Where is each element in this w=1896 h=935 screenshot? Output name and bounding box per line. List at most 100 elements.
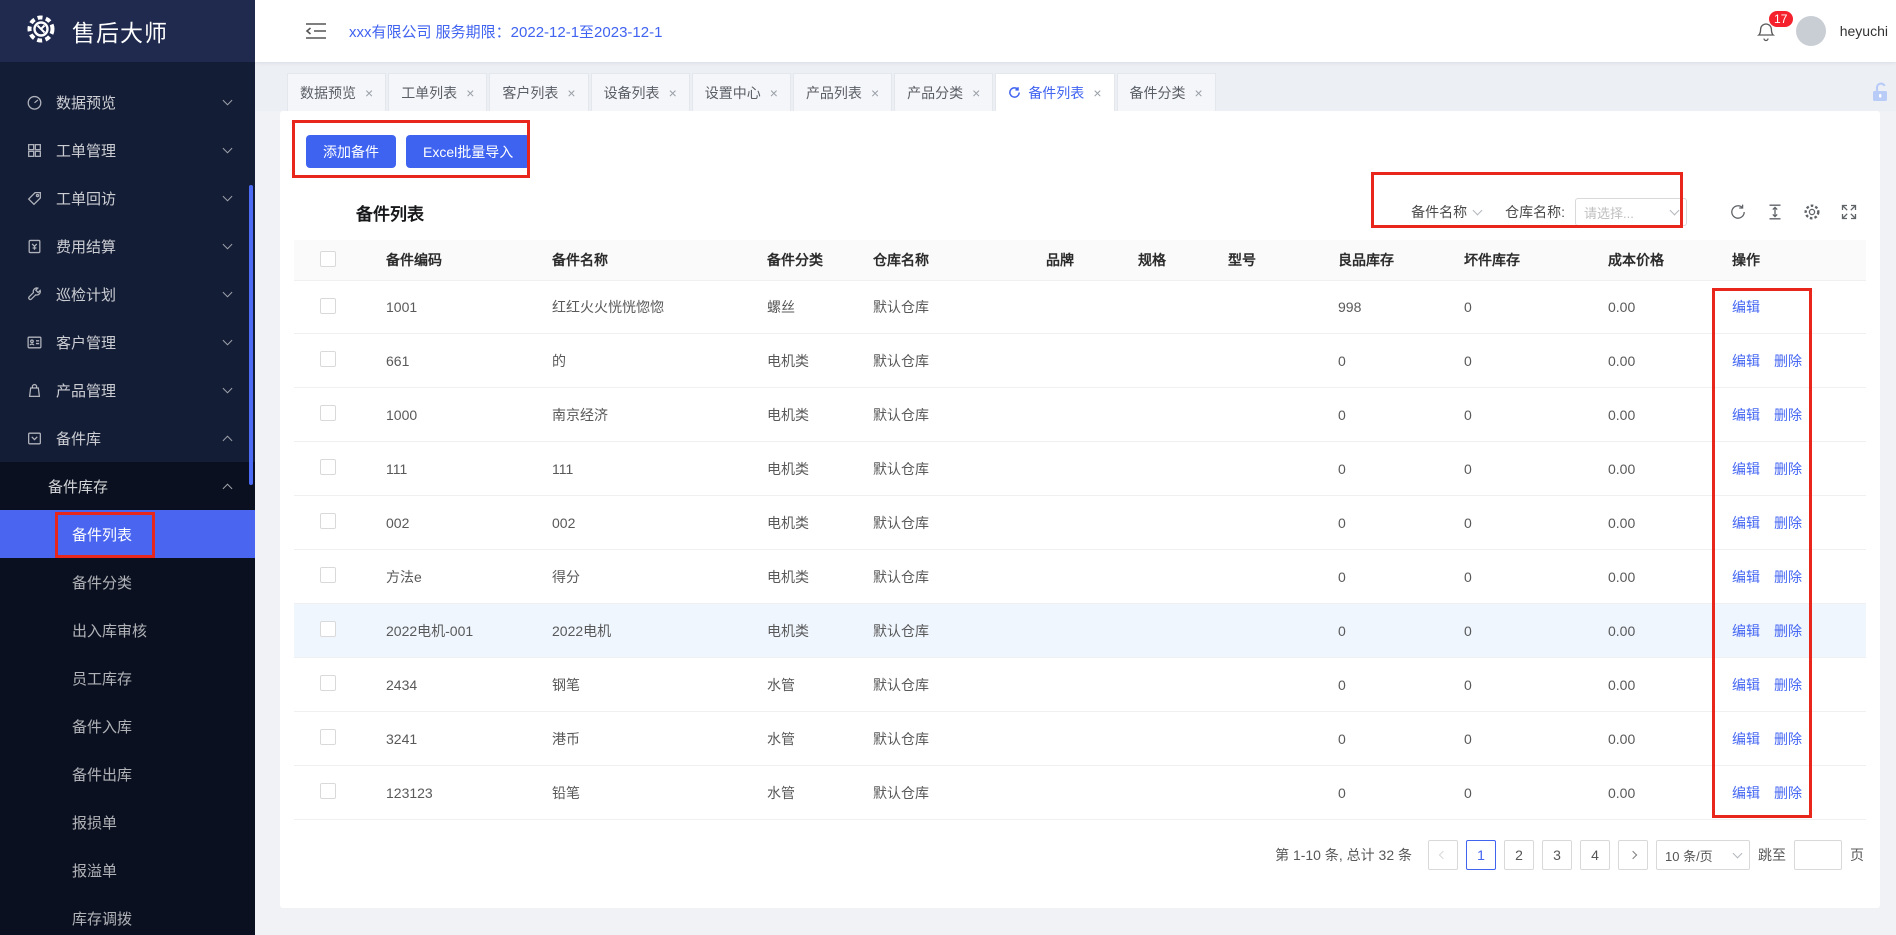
edit-link[interactable]: 编辑	[1732, 569, 1760, 585]
sidebar-item[interactable]: 数据预览	[0, 78, 255, 126]
close-icon[interactable]: ×	[1195, 85, 1203, 101]
tab-label: 产品列表	[806, 83, 862, 103]
close-icon[interactable]: ×	[972, 85, 980, 101]
page-size-select[interactable]: 10 条/页	[1656, 840, 1750, 870]
sidebar-scrollbar-thumb[interactable]	[249, 185, 253, 485]
sidebar-group-parts-stock[interactable]: 备件库存	[0, 462, 255, 510]
sidebar-subitem[interactable]: 备件分类	[0, 558, 255, 606]
cell-actions: 编辑删除	[1720, 351, 1866, 371]
sidebar-item[interactable]: 费用结算	[0, 222, 255, 270]
refresh-icon[interactable]	[1729, 203, 1747, 221]
edit-link[interactable]: 编辑	[1732, 407, 1760, 423]
cell-name: 002	[540, 515, 755, 531]
page-button[interactable]: 4	[1580, 840, 1610, 870]
sidebar-subitem[interactable]: 备件出库	[0, 750, 255, 798]
tab-item[interactable]: 产品分类×	[894, 73, 993, 111]
add-part-button[interactable]: 添加备件	[306, 135, 396, 168]
close-icon[interactable]: ×	[669, 85, 677, 101]
row-checkbox[interactable]	[320, 513, 336, 529]
cell-warehouse: 默认仓库	[861, 729, 1034, 749]
delete-link[interactable]: 删除	[1774, 353, 1802, 369]
delete-link[interactable]: 删除	[1774, 569, 1802, 585]
jump-page-input[interactable]	[1794, 840, 1842, 870]
row-density-icon[interactable]	[1766, 203, 1784, 221]
table-body: 1001红红火火恍恍惚惚螺丝默认仓库99800.00编辑661的电机类默认仓库0…	[294, 280, 1866, 820]
sidebar-subitem[interactable]: 报损单	[0, 798, 255, 846]
sidebar-item[interactable]: 产品管理	[0, 366, 255, 414]
row-checkbox[interactable]	[320, 621, 336, 637]
table-row: 1000南京经济电机类默认仓库000.00编辑删除	[294, 388, 1866, 442]
delete-link[interactable]: 删除	[1774, 515, 1802, 531]
sidebar-item[interactable]: 客户管理	[0, 318, 255, 366]
tab-item[interactable]: 设备列表×	[591, 73, 690, 111]
edit-link[interactable]: 编辑	[1732, 299, 1760, 315]
delete-link[interactable]: 删除	[1774, 785, 1802, 801]
sidebar-item[interactable]: 工单管理	[0, 126, 255, 174]
gear-icon[interactable]	[1803, 203, 1821, 221]
unlock-icon[interactable]	[1870, 81, 1890, 103]
delete-link[interactable]: 删除	[1774, 677, 1802, 693]
sidebar-item[interactable]: 工单回访	[0, 174, 255, 222]
row-checkbox[interactable]	[320, 729, 336, 745]
tab-item[interactable]: 客户列表×	[489, 73, 588, 111]
sidebar-subitem[interactable]: 出入库审核	[0, 606, 255, 654]
row-checkbox[interactable]	[320, 783, 336, 799]
cell-category: 水管	[755, 729, 861, 749]
close-icon[interactable]: ×	[365, 85, 373, 101]
tab-item[interactable]: 数据预览×	[287, 73, 386, 111]
edit-link[interactable]: 编辑	[1732, 785, 1760, 801]
edit-link[interactable]: 编辑	[1732, 461, 1760, 477]
edit-link[interactable]: 编辑	[1732, 515, 1760, 531]
page-button[interactable]: 2	[1504, 840, 1534, 870]
excel-import-button[interactable]: Excel批量导入	[406, 135, 530, 168]
cell-code: 661	[374, 353, 540, 369]
close-icon[interactable]: ×	[1093, 85, 1101, 101]
close-icon[interactable]: ×	[567, 85, 575, 101]
row-checkbox[interactable]	[320, 567, 336, 583]
avatar[interactable]	[1796, 16, 1826, 46]
delete-link[interactable]: 删除	[1774, 731, 1802, 747]
row-checkbox[interactable]	[320, 459, 336, 475]
sidebar-subitem[interactable]: 备件列表	[0, 510, 255, 558]
close-icon[interactable]: ×	[871, 85, 879, 101]
warehouse-select[interactable]: 请选择...	[1575, 198, 1687, 226]
edit-link[interactable]: 编辑	[1732, 677, 1760, 693]
row-checkbox[interactable]	[320, 405, 336, 421]
edit-link[interactable]: 编辑	[1732, 353, 1760, 369]
tab-item[interactable]: 产品列表 ×	[793, 73, 892, 111]
prev-page-button[interactable]	[1428, 840, 1458, 870]
field-selector-dropdown[interactable]: 备件名称	[1411, 202, 1481, 222]
sidebar-subitem[interactable]: 备件入库	[0, 702, 255, 750]
column-header: 备件名称	[540, 250, 755, 270]
tab-active[interactable]: 备件列表×	[995, 73, 1114, 111]
sidebar-subitem[interactable]: 员工库存	[0, 654, 255, 702]
page-button[interactable]: 1	[1466, 840, 1496, 870]
cell-bad-stock: 0	[1452, 623, 1596, 639]
edit-link[interactable]: 编辑	[1732, 623, 1760, 639]
row-checkbox[interactable]	[320, 298, 336, 314]
delete-link[interactable]: 删除	[1774, 623, 1802, 639]
row-checkbox[interactable]	[320, 351, 336, 367]
menu-fold-icon[interactable]	[305, 22, 327, 40]
sidebar-subitem[interactable]: 报溢单	[0, 846, 255, 894]
row-checkbox[interactable]	[320, 675, 336, 691]
cell-warehouse: 默认仓库	[861, 567, 1034, 587]
next-page-button[interactable]	[1618, 840, 1648, 870]
sidebar-item[interactable]: 备件库	[0, 414, 255, 462]
delete-link[interactable]: 删除	[1774, 461, 1802, 477]
page-button[interactable]: 3	[1542, 840, 1572, 870]
delete-link[interactable]: 删除	[1774, 407, 1802, 423]
tab-item[interactable]: 工单列表×	[388, 73, 487, 111]
edit-link[interactable]: 编辑	[1732, 731, 1760, 747]
close-icon[interactable]: ×	[770, 85, 778, 101]
chevron-down-icon	[1733, 848, 1743, 858]
fullscreen-icon[interactable]	[1840, 203, 1858, 221]
select-all-checkbox[interactable]	[320, 251, 336, 267]
close-icon[interactable]: ×	[466, 85, 474, 101]
notification-bell-icon[interactable]: 17	[1756, 18, 1782, 44]
tab-item[interactable]: 备件分类×	[1117, 73, 1216, 111]
sidebar-subitem[interactable]: 库存调拨	[0, 894, 255, 935]
column-header: 规格	[1126, 250, 1216, 270]
tab-item[interactable]: 设置中心×	[692, 73, 791, 111]
sidebar-item[interactable]: 巡检计划	[0, 270, 255, 318]
